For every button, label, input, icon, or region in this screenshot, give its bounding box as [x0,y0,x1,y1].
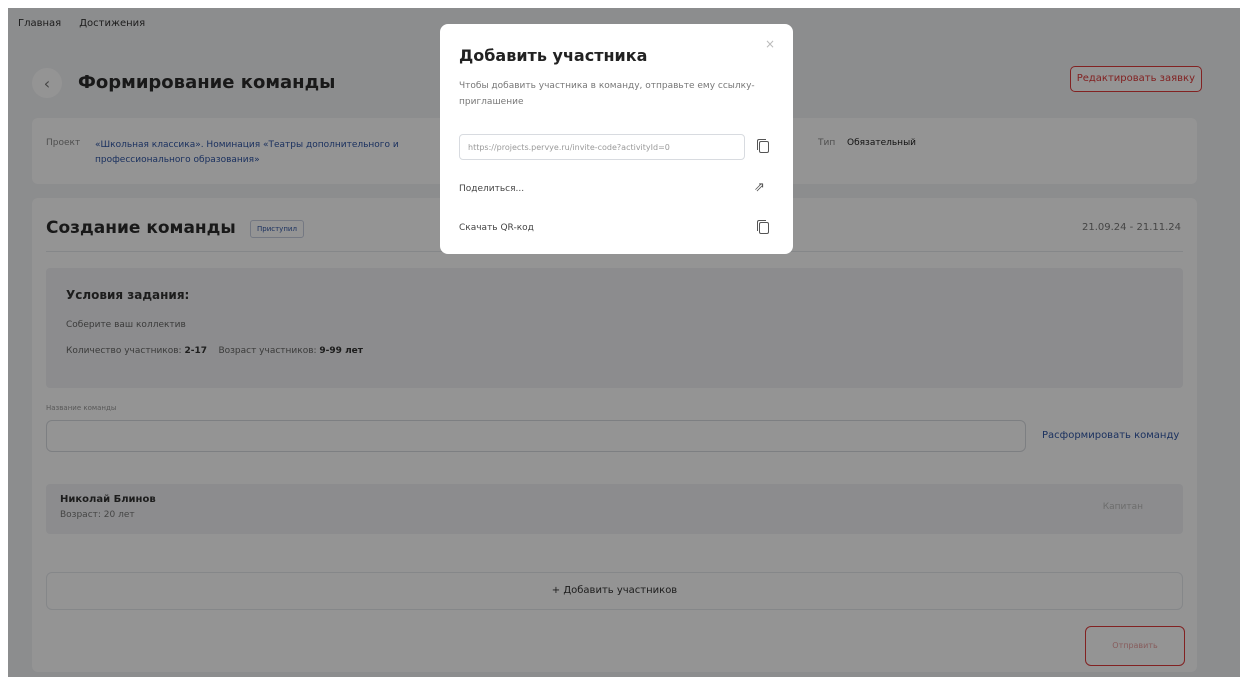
copy-icon[interactable] [757,139,769,153]
add-member-modal: Добавить участника × Чтобы добавить учас… [440,24,793,254]
download-icon[interactable] [757,220,769,234]
share-button[interactable]: Поделиться... [459,184,524,194]
close-icon[interactable]: × [765,37,775,51]
modal-description: Чтобы добавить участника в команду, отпр… [459,81,755,107]
download-qr-button[interactable]: Скачать QR-код [459,223,534,233]
share-icon[interactable]: ⇗ [754,180,765,195]
modal-title: Добавить участника [459,46,648,65]
invite-link-field[interactable] [459,134,745,160]
